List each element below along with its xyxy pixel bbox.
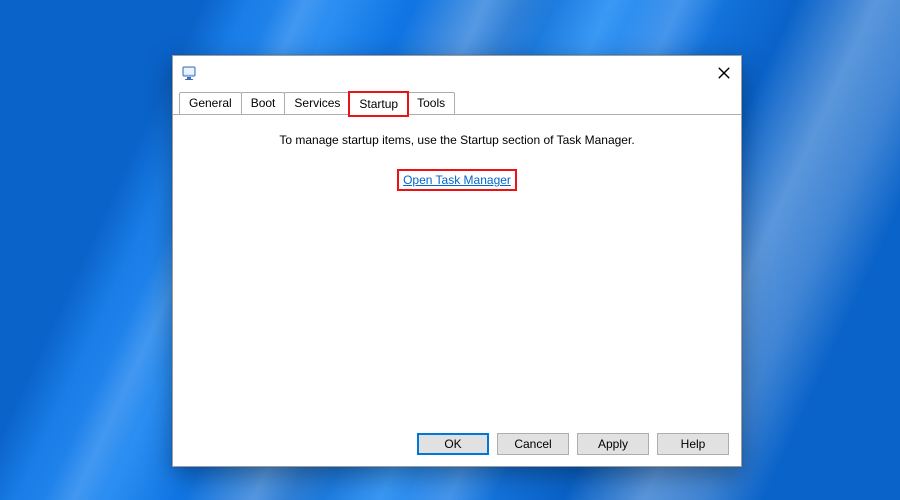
tab-label: Services [294, 96, 340, 110]
tab-tools[interactable]: Tools [407, 92, 455, 114]
titlebar [173, 56, 741, 90]
dialog-buttons: OK Cancel Apply Help [173, 422, 741, 466]
app-icon [181, 64, 199, 82]
tab-general[interactable]: General [179, 92, 242, 114]
tab-label: Startup [359, 97, 398, 111]
open-task-manager-link[interactable]: Open Task Manager [403, 173, 511, 187]
tab-startup[interactable]: Startup [349, 92, 408, 115]
help-button[interactable]: Help [657, 433, 729, 455]
open-task-manager-wrap: Open Task Manager [397, 169, 517, 191]
close-button[interactable] [717, 66, 731, 80]
msconfig-window: General Boot Services Startup Tools To m… [172, 55, 742, 467]
tabstrip: General Boot Services Startup Tools [173, 90, 741, 115]
cancel-button[interactable]: Cancel [497, 433, 569, 455]
apply-button[interactable]: Apply [577, 433, 649, 455]
desktop-wallpaper: General Boot Services Startup Tools To m… [0, 0, 900, 500]
tab-label: General [189, 96, 232, 110]
tab-label: Tools [417, 96, 445, 110]
ok-button[interactable]: OK [417, 433, 489, 455]
tab-boot[interactable]: Boot [241, 92, 286, 114]
startup-message: To manage startup items, use the Startup… [279, 133, 634, 147]
tab-label: Boot [251, 96, 276, 110]
tab-services[interactable]: Services [284, 92, 350, 114]
tab-panel-startup: To manage startup items, use the Startup… [173, 115, 741, 422]
